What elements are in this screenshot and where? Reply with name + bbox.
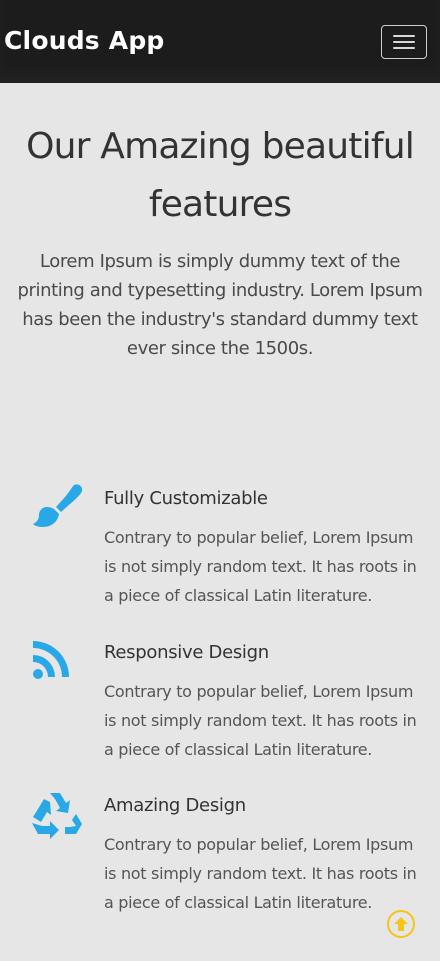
arrow-up-circle-icon (394, 917, 408, 931)
paint-brush-icon (33, 484, 83, 527)
hamburger-menu-icon (393, 35, 415, 37)
feature-description: Contrary to popular belief, Lorem Ipsum … (104, 682, 417, 759)
hamburger-menu-button[interactable] (381, 25, 427, 59)
feature-item-responsive: Responsive Design Contrary to popular be… (0, 634, 440, 774)
scroll-to-top-button[interactable] (387, 910, 415, 938)
feature-title: Fully Customizable (104, 488, 268, 509)
recycle-icon (32, 793, 82, 839)
navbar: Clouds App (0, 0, 440, 83)
rss-feed-icon (33, 641, 69, 679)
feature-description: Contrary to popular belief, Lorem Ipsum … (104, 835, 417, 912)
feature-item-customizable: Fully Customizable Contrary to popular b… (0, 480, 440, 620)
brand-logo-text[interactable]: Clouds App (4, 26, 165, 55)
feature-title: Responsive Design (104, 642, 269, 663)
section-title: Our Amazing beautiful features (26, 126, 415, 225)
feature-description: Contrary to popular belief, Lorem Ipsum … (104, 528, 417, 605)
feature-title: Amazing Design (104, 795, 246, 816)
feature-item-amazing-design: Amazing Design Contrary to popular belie… (0, 787, 440, 927)
section-intro-text: Lorem Ipsum is simply dummy text of the … (17, 251, 423, 359)
